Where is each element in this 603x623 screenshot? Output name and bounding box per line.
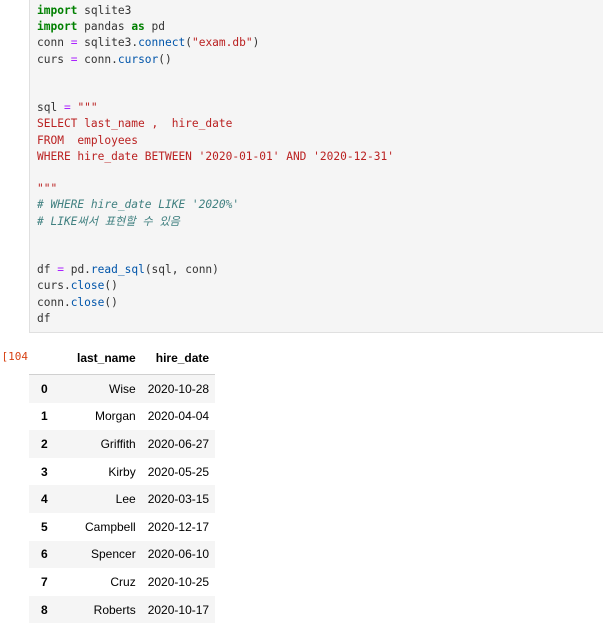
cell-hire-date: 2020-10-17 <box>147 602 210 617</box>
row-index: 6 <box>41 547 48 562</box>
row-index: 4 <box>41 492 48 507</box>
table-row: 1 Morgan 2020-04-04 <box>29 403 215 431</box>
code-line: df <box>37 312 50 325</box>
cell-hire-date: 2020-12-17 <box>147 519 210 534</box>
cell-last-name: Campbell <box>85 519 136 534</box>
cell-last-name: Wise <box>109 381 136 396</box>
column-header-last-name: last_name <box>71 342 142 375</box>
row-index: 7 <box>41 574 48 589</box>
code-line: sql = """ <box>37 101 98 114</box>
table-row: 2 Griffith 2020-06-27 <box>29 430 216 458</box>
code-line: import sqlite3 <box>37 4 131 17</box>
cell-hire-date: 2020-10-28 <box>147 381 210 396</box>
code-line: """ <box>37 182 57 195</box>
cell-hire-date: 2020-06-27 <box>147 436 210 451</box>
code-token: read_sql <box>90 263 145 277</box>
code-token: SELECT last_name , hire_date <box>37 117 233 131</box>
code-token: import <box>37 20 78 34</box>
table-row: 3 Kirby 2020-05-25 <box>29 458 215 486</box>
cell-last-name: Spencer <box>91 547 136 562</box>
code-line: conn = sqlite3.connect("exam.db") <box>37 36 259 49</box>
code-token: """ <box>70 101 98 115</box>
code-line: curs = conn.cursor() <box>37 53 172 66</box>
row-index: 2 <box>41 436 48 451</box>
cell-hire-date: 2020-03-15 <box>147 492 210 507</box>
code-line: import pandas as pd <box>37 20 165 33</box>
column-header-hire-date: hire_date <box>141 342 216 375</box>
code-token: close <box>70 279 105 293</box>
table-header-row: last_name hire_date <box>29 342 216 375</box>
code-token: sql <box>37 101 64 115</box>
cell-hire-date: 2020-10-25 <box>147 574 210 589</box>
code-editor[interactable]: import sqlite3 import pandas as pd conn … <box>37 3 394 327</box>
code-token: () <box>158 52 172 66</box>
code-token: connect <box>138 36 186 50</box>
code-token: cursor <box>117 52 159 66</box>
code-token: WHERE hire_date BETWEEN '2020-01-01' AND… <box>37 149 394 163</box>
row-index: 0 <box>41 381 48 396</box>
code-token: ) <box>252 36 260 50</box>
code-token: () <box>104 279 118 293</box>
code-token: sqlite3 <box>77 4 132 17</box>
code-token: FROM employees <box>37 133 139 147</box>
code-line: FROM employees <box>37 134 138 147</box>
code-token: df <box>37 263 58 277</box>
code-token: df <box>37 311 51 325</box>
row-index: 8 <box>41 602 48 617</box>
code-line: conn.close() <box>37 296 118 309</box>
table-row: 0 Wise 2020-10-28 <box>29 374 216 403</box>
code-token: () <box>104 295 118 309</box>
table-row: 6 Spencer 2020-06-10 <box>29 540 216 569</box>
code-token: pandas <box>77 20 132 34</box>
code-token: curs. <box>37 279 71 293</box>
index-header <box>29 342 71 375</box>
row-index: 3 <box>41 464 48 479</box>
cell-hire-date: 2020-04-04 <box>147 409 210 424</box>
row-index: 1 <box>41 409 48 424</box>
cell-last-name: Roberts <box>93 602 136 617</box>
code-token: (sql, conn) <box>144 263 219 277</box>
code-token: conn. <box>77 52 118 66</box>
code-token: = <box>57 263 64 277</box>
cell-last-name: Griffith <box>100 436 136 451</box>
code-line: SELECT last_name , hire_date <box>37 117 232 130</box>
cell-last-name: Lee <box>115 492 136 507</box>
code-token: import <box>37 4 78 17</box>
code-token: "exam.db" <box>191 36 253 50</box>
code-token: pd <box>144 20 166 34</box>
cell-last-name: Cruz <box>110 574 136 589</box>
code-token: as <box>131 20 145 34</box>
code-token: # WHERE hire_date LIKE '2020%' <box>37 198 240 212</box>
code-line: WHERE hire_date BETWEEN '2020-01-01' AND… <box>37 150 394 163</box>
row-index: 5 <box>41 519 48 534</box>
dataframe-output: last_name hire_date 0 Wise 2020-10-28 1 Morg… <box>29 342 216 623</box>
code-token: # LIKE써서 표현할 수 있음 <box>37 214 180 228</box>
code-token: close <box>70 295 105 309</box>
code-line: # LIKE써서 표현할 수 있음 <box>37 215 180 228</box>
cell-last-name: Kirby <box>108 464 136 479</box>
output-prompt: 104]: <box>0 350 28 363</box>
table-row: 5 Campbell 2020-12-17 <box>29 513 215 541</box>
code-token: pd. <box>63 263 91 277</box>
cell-hire-date: 2020-05-25 <box>147 464 210 479</box>
code-token: conn <box>37 36 71 50</box>
code-line: df = pd.read_sql(sql, conn) <box>37 263 219 276</box>
code-token: ( <box>185 36 192 50</box>
code-token: curs <box>37 52 71 66</box>
cell-last-name: Morgan <box>95 409 136 424</box>
cell-hire-date: 2020-06-10 <box>147 547 210 562</box>
code-token: conn. <box>37 295 71 309</box>
table-row: 8 Roberts 2020-10-17 <box>29 595 216 623</box>
code-line: curs.close() <box>37 279 118 292</box>
code-token: sqlite3. <box>77 36 139 50</box>
code-cell[interactable]: import sqlite3 import pandas as pd conn … <box>29 0 603 333</box>
code-line: # WHERE hire_date LIKE '2020%' <box>37 198 239 211</box>
table-row: 4 Lee 2020-03-15 <box>29 485 216 513</box>
code-token: """ <box>37 182 58 196</box>
table-row: 7 Cruz 2020-10-25 <box>29 568 215 596</box>
code-token: = <box>63 101 71 115</box>
